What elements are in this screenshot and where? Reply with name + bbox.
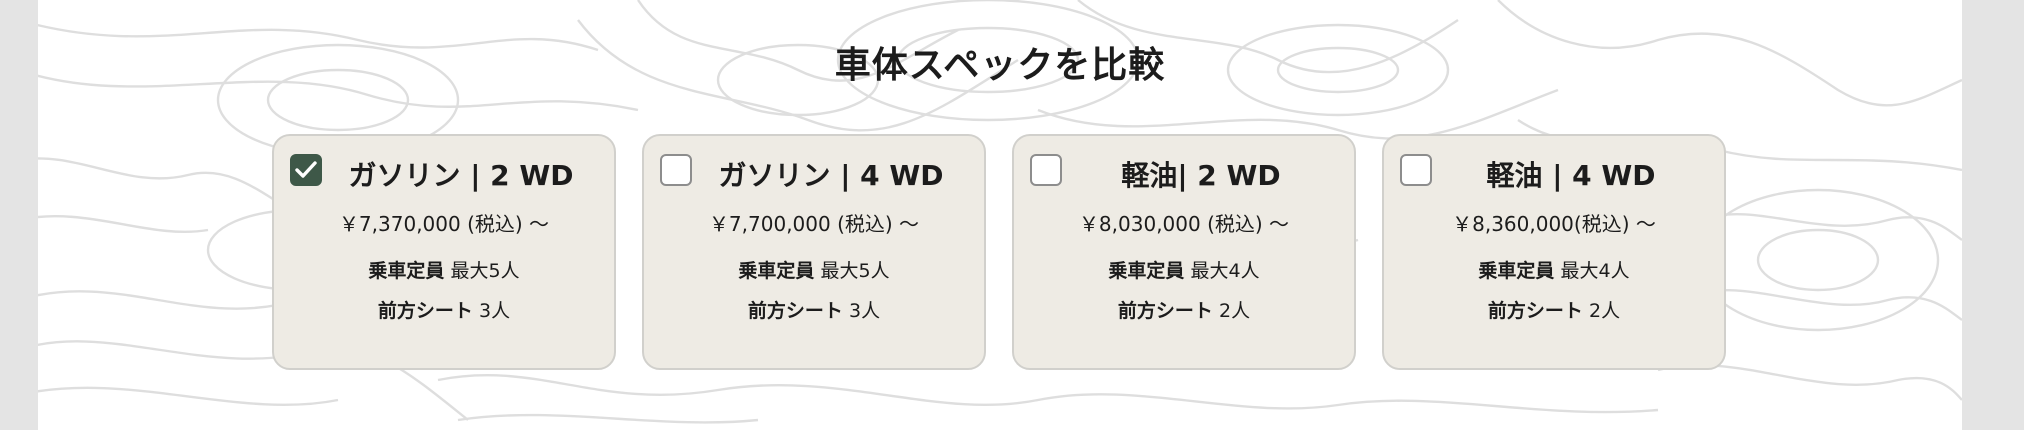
card-price: ￥7,370,000 (税込) 〜 [338, 212, 550, 236]
card-price: ￥8,030,000 (税込) 〜 [1078, 212, 1290, 236]
check-icon [295, 161, 317, 178]
front-seat-label: 前方シート [1117, 300, 1213, 322]
card-title: ガソリン | 2 WD [348, 159, 574, 192]
front-seat-label: 前方シート [747, 300, 843, 322]
spec-comparison-section: 車体スペックを比較 ガソリン | 2 WD ￥7,370,000 (税込) 〜 … [38, 0, 1962, 430]
card-title: 軽油 | 4 WD [1486, 159, 1656, 192]
front-seat-row: 前方シート 3人 [644, 296, 984, 323]
capacity-row: 乗車定員 最大4人 [1014, 256, 1354, 283]
spec-card-gasoline-4wd[interactable]: ガソリン | 4 WD ￥7,700,000 (税込) 〜 乗車定員 最大5人 … [642, 134, 986, 370]
capacity-value: 最大5人 [820, 260, 890, 282]
card-price: ￥8,360,000(税込) 〜 [1452, 212, 1656, 236]
capacity-value: 最大4人 [1560, 260, 1630, 282]
spec-card-list: ガソリン | 2 WD ￥7,370,000 (税込) 〜 乗車定員 最大5人 … [272, 134, 1726, 370]
spec-card-diesel-2wd[interactable]: 軽油| 2 WD ￥8,030,000 (税込) 〜 乗車定員 最大4人 前方シ… [1012, 134, 1356, 370]
capacity-label: 乗車定員 [738, 260, 815, 282]
spec-card-diesel-4wd[interactable]: 軽油 | 4 WD ￥8,360,000(税込) 〜 乗車定員 最大4人 前方シ… [1382, 134, 1726, 370]
capacity-label: 乗車定員 [1478, 260, 1555, 282]
capacity-row: 乗車定員 最大5人 [644, 256, 984, 283]
section-title: 車体スペックを比較 [834, 45, 1166, 86]
capacity-value: 最大4人 [1190, 260, 1260, 282]
front-seat-label: 前方シート [377, 300, 473, 322]
front-seat-value: 3人 [478, 300, 511, 322]
front-seat-row: 前方シート 3人 [274, 296, 614, 323]
front-seat-value: 2人 [1218, 300, 1251, 322]
front-seat-label: 前方シート [1487, 300, 1583, 322]
capacity-row: 乗車定員 最大4人 [1384, 256, 1724, 283]
front-seat-value: 2人 [1588, 300, 1621, 322]
card-title: 軽油| 2 WD [1121, 159, 1281, 192]
capacity-value: 最大5人 [450, 260, 520, 282]
front-seat-value: 3人 [848, 300, 881, 322]
card-title: ガソリン | 4 WD [718, 159, 944, 192]
spec-card-gasoline-2wd[interactable]: ガソリン | 2 WD ￥7,370,000 (税込) 〜 乗車定員 最大5人 … [272, 134, 616, 370]
front-seat-row: 前方シート 2人 [1014, 296, 1354, 323]
capacity-label: 乗車定員 [1108, 260, 1185, 282]
capacity-label: 乗車定員 [368, 260, 445, 282]
front-seat-row: 前方シート 2人 [1384, 296, 1724, 323]
card-price: ￥7,700,000 (税込) 〜 [708, 212, 920, 236]
capacity-row: 乗車定員 最大5人 [274, 256, 614, 283]
